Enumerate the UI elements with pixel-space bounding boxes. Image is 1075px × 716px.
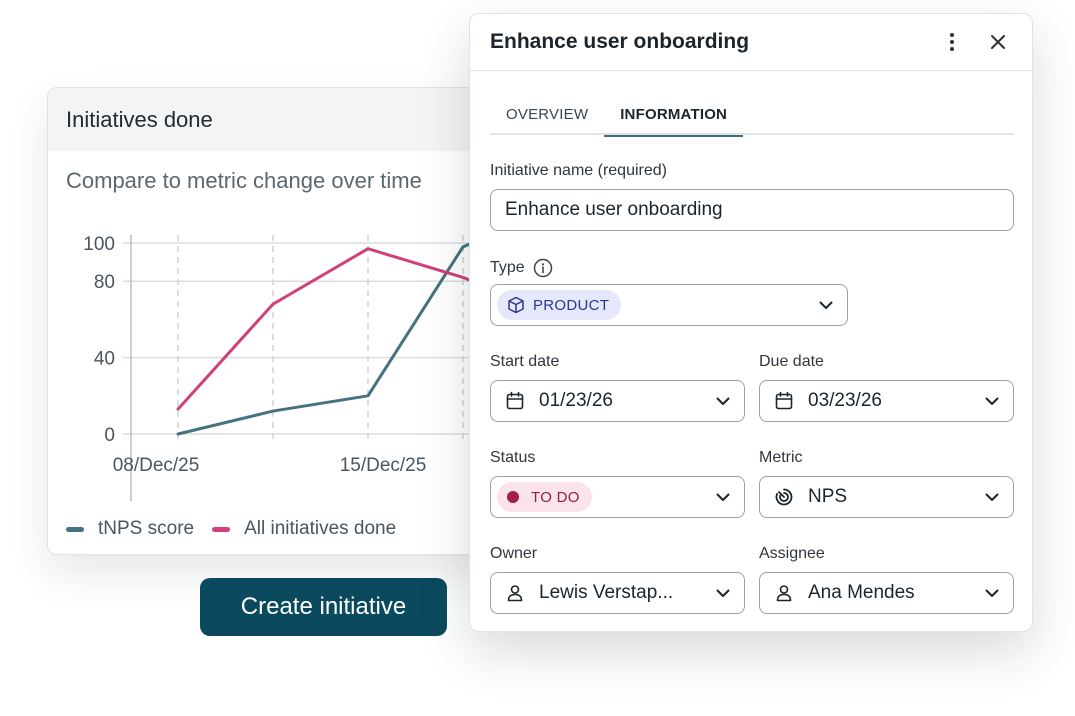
gauge-icon: [774, 487, 794, 507]
y-tick-label: 100: [83, 234, 115, 255]
chevron-down-icon: [716, 397, 730, 406]
chevron-down-icon: [716, 589, 730, 598]
legend-label-initiatives: All initiatives done: [244, 518, 397, 539]
due-date-label: Due date: [759, 353, 824, 370]
line-chart: 0 40 80 100 08/Dec/25 15/Dec/25: [83, 234, 516, 501]
cube-icon: [507, 296, 525, 314]
start-date-picker[interactable]: 01/23/26: [490, 380, 745, 422]
legend-item-initiatives: All initiatives done: [212, 518, 396, 540]
type-value: PRODUCT: [533, 296, 610, 314]
tab-information[interactable]: INFORMATION: [604, 100, 744, 137]
legend-item-tnps: tNPS score: [66, 518, 194, 540]
owner-value: Lewis Verstap...: [539, 582, 674, 603]
status-label: Status: [490, 449, 536, 466]
owner-label: Owner: [490, 545, 538, 562]
status-value-wrap: TO DO: [497, 482, 708, 512]
type-label-row: Type: [490, 258, 553, 278]
due-date-value: 03/23/26: [808, 390, 882, 411]
chart-legend: tNPS score All initiatives done: [66, 518, 414, 540]
type-select[interactable]: PRODUCT: [490, 284, 848, 326]
legend-swatch-tnps: [66, 526, 84, 532]
status-chip: TO DO: [497, 482, 592, 512]
owner-select[interactable]: Lewis Verstap...: [490, 572, 745, 614]
panel-tabs: OVERVIEW INFORMATION: [490, 100, 1014, 137]
tab-overview[interactable]: OVERVIEW: [490, 100, 604, 135]
assignee-select[interactable]: Ana Mendes: [759, 572, 1014, 614]
assignee-label: Assignee: [759, 545, 825, 562]
initiative-name-label: Initiative name (required): [490, 162, 667, 179]
chevron-down-icon: [716, 493, 730, 502]
metric-value: NPS: [808, 486, 848, 507]
status-select[interactable]: TO DO: [490, 476, 745, 518]
chevron-down-icon: [985, 397, 999, 406]
type-value-wrap: PRODUCT: [497, 290, 811, 320]
legend-label-tnps: tNPS score: [98, 518, 195, 539]
start-date-value: 01/23/26: [539, 390, 613, 411]
y-tick-label: 80: [94, 272, 115, 293]
type-label: Type: [490, 259, 525, 276]
user-icon: [774, 583, 794, 603]
panel-header: Enhance user onboarding: [470, 14, 1032, 71]
x-tick-label: 15/Dec/25: [340, 455, 427, 476]
type-chip: PRODUCT: [497, 290, 622, 320]
assignee-value: Ana Mendes: [808, 582, 915, 603]
info-icon[interactable]: [533, 258, 553, 278]
series-line-0: [176, 241, 474, 436]
initiative-name-value: Enhance user onboarding: [505, 199, 723, 220]
initiative-panel: Enhance user onboarding OVERVIEW INFORMA…: [469, 13, 1033, 632]
due-date-picker[interactable]: 03/23/26: [759, 380, 1014, 422]
initiative-name-input[interactable]: Enhance user onboarding: [490, 189, 1014, 231]
series-line-1: [176, 247, 474, 411]
x-tick-label: 08/Dec/25: [113, 455, 200, 476]
metric-label: Metric: [759, 449, 803, 466]
chevron-down-icon: [985, 493, 999, 502]
start-date-label: Start date: [490, 353, 560, 370]
user-icon: [505, 583, 525, 603]
calendar-icon: [774, 391, 794, 411]
y-tick-label: 40: [94, 349, 115, 370]
create-initiative-button[interactable]: Create initiative: [200, 578, 447, 636]
panel-title: Enhance user onboarding: [490, 30, 750, 53]
legend-swatch-initiatives: [212, 526, 231, 532]
status-value: TO DO: [531, 488, 580, 506]
y-tick-label: 0: [104, 425, 115, 446]
metric-select[interactable]: NPS: [759, 476, 1014, 518]
initiatives-card: Initiatives done Compare to metric chang…: [47, 87, 517, 555]
more-options-icon[interactable]: [938, 28, 966, 56]
chevron-down-icon: [985, 589, 999, 598]
close-icon[interactable]: [984, 28, 1012, 56]
calendar-icon: [505, 391, 525, 411]
chevron-down-icon: [819, 301, 833, 310]
status-dot-icon: [507, 491, 519, 503]
